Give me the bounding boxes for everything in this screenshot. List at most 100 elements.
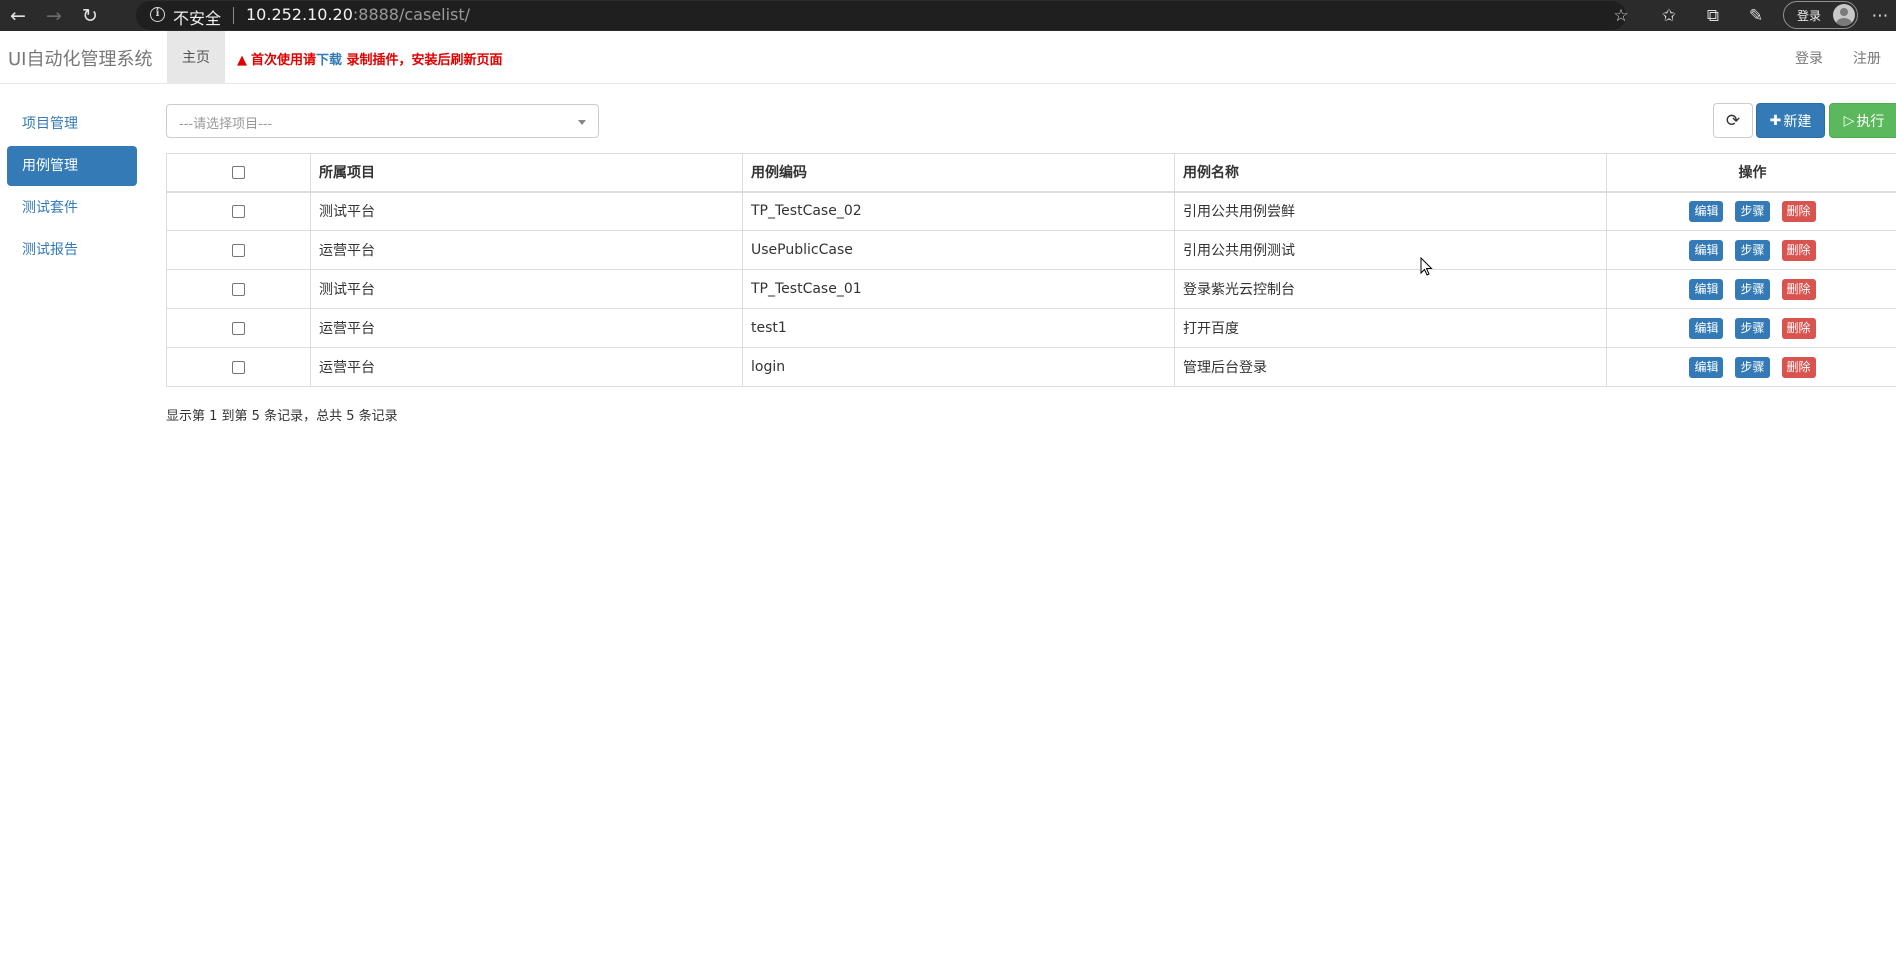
steps-button[interactable]: 步骤 — [1735, 356, 1770, 378]
column-header-actions: 操作 — [1606, 153, 1896, 193]
nav-register-link[interactable]: 注册 — [1853, 48, 1881, 68]
chevron-down-icon — [578, 120, 586, 125]
sidebar-item-cases[interactable]: 用例管理 — [7, 146, 137, 186]
case-table: 所属项目 用例编码 用例名称 操作 测试平台 TP_TestCase_02 引用公共… — [166, 153, 1896, 387]
select-all-checkbox[interactable] — [232, 165, 245, 179]
row-checkbox[interactable] — [232, 360, 245, 374]
table-row[interactable]: 测试平台 TP_TestCase_01 登录紫光云控制台 编辑 步骤 删除 — [166, 269, 1896, 309]
notice-prefix: 首次使用请 — [251, 53, 317, 68]
refresh-icon: ⟳ — [1725, 110, 1741, 131]
warning-icon: ▲ — [237, 53, 247, 68]
table-row[interactable]: 运营平台 test1 打开百度 编辑 步骤 删除 — [166, 308, 1896, 348]
reload-icon[interactable]: ↻ — [77, 3, 103, 29]
delete-button[interactable]: 删除 — [1781, 317, 1816, 339]
plus-icon: ✚ — [1769, 112, 1782, 129]
cell-name: 引用公共用例测试 — [1174, 230, 1607, 270]
cell-project: 测试平台 — [310, 191, 743, 231]
edit-button[interactable]: 编辑 — [1689, 278, 1724, 300]
cell-project: 运营平台 — [310, 308, 743, 348]
collections-icon[interactable]: ⧉ — [1700, 3, 1726, 29]
cell-name: 管理后台登录 — [1174, 347, 1607, 387]
play-circle-icon: ▷ — [1843, 112, 1855, 129]
execute-label: 执行 — [1856, 113, 1885, 130]
row-checkbox[interactable] — [232, 204, 245, 218]
cell-project: 运营平台 — [310, 347, 743, 387]
download-link[interactable]: 下载 — [316, 53, 342, 68]
cell-code: UsePublicCase — [742, 230, 1175, 270]
steps-button[interactable]: 步骤 — [1735, 278, 1770, 300]
more-menu-icon[interactable]: ⋯ — [1867, 3, 1893, 29]
row-select-cell — [166, 230, 311, 270]
delete-button[interactable]: 删除 — [1781, 239, 1816, 261]
nav-login-link[interactable]: 登录 — [1795, 48, 1823, 68]
execute-button[interactable]: ▷ 执行 — [1829, 103, 1896, 138]
favorite-star-icon[interactable]: ☆ — [1608, 3, 1634, 29]
refresh-button[interactable]: ⟳ — [1713, 103, 1753, 138]
row-select-cell — [166, 347, 311, 387]
column-header-project[interactable]: 所属项目 — [310, 153, 743, 193]
steps-button[interactable]: 步骤 — [1735, 200, 1770, 222]
edit-button[interactable]: 编辑 — [1689, 317, 1724, 339]
insecure-label: 不安全 — [173, 9, 222, 28]
plugin-notice: ▲ 首次使用请下载 录制插件，安装后刷新页面 — [234, 49, 503, 68]
browser-toolbar: ← → ↻ i 不安全 10.252.10.20:8888/caselist/ … — [0, 0, 1896, 31]
cell-name: 登录紫光云控制台 — [1174, 269, 1607, 309]
notice-suffix: 录制插件，安装后刷新页面 — [342, 53, 503, 68]
table-row[interactable]: 运营平台 login 管理后台登录 编辑 步骤 删除 — [166, 347, 1896, 387]
site-info-icon[interactable]: i — [150, 7, 165, 22]
cell-code: TP_TestCase_01 — [742, 269, 1175, 309]
cell-name: 引用公共用例尝鲜 — [1174, 191, 1607, 231]
cell-code: test1 — [742, 308, 1175, 348]
steps-button[interactable]: 步骤 — [1735, 239, 1770, 261]
sidebar-item-projects[interactable]: 项目管理 — [7, 104, 137, 144]
delete-button[interactable]: 删除 — [1781, 278, 1816, 300]
favorites-list-icon[interactable]: ✩ — [1656, 3, 1682, 29]
cell-project: 运营平台 — [310, 230, 743, 270]
project-select-placeholder: ---请选择项目--- — [179, 117, 273, 132]
table-row[interactable]: 运营平台 UsePublicCase 引用公共用例测试 编辑 步骤 删除 — [166, 230, 1896, 270]
cell-code: login — [742, 347, 1175, 387]
cell-actions: 编辑 步骤 删除 — [1606, 269, 1896, 309]
row-select-cell — [166, 308, 311, 348]
tab-home[interactable]: 主页 — [167, 31, 225, 83]
row-select-cell — [166, 191, 311, 231]
delete-button[interactable]: 删除 — [1781, 200, 1816, 222]
mouse-cursor-icon — [1420, 257, 1433, 276]
steps-button[interactable]: 步骤 — [1735, 317, 1770, 339]
sidebar-item-reports[interactable]: 测试报告 — [7, 230, 137, 270]
project-select[interactable]: ---请选择项目--- — [166, 104, 599, 138]
column-header-name[interactable]: 用例名称 — [1174, 153, 1607, 193]
edit-button[interactable]: 编辑 — [1689, 200, 1724, 222]
avatar-icon — [1833, 4, 1855, 26]
delete-button[interactable]: 删除 — [1781, 356, 1816, 378]
url-text[interactable]: 10.252.10.20:8888/caselist/ — [246, 5, 470, 24]
app-navbar: UI自动化管理系统 主页 ▲ 首次使用请下载 录制插件，安装后刷新页面 登录 注册 — [0, 31, 1896, 84]
pagination-info: 显示第 1 到第 5 条记录，总共 5 条记录 — [166, 409, 398, 424]
cell-project: 测试平台 — [310, 269, 743, 309]
cell-name: 打开百度 — [1174, 308, 1607, 348]
url-path: :8888/caselist/ — [352, 5, 471, 24]
back-arrow-icon[interactable]: ← — [5, 3, 31, 29]
feedback-icon[interactable]: ✎ — [1743, 3, 1769, 29]
edit-button[interactable]: 编辑 — [1689, 239, 1724, 261]
cell-code: TP_TestCase_02 — [742, 191, 1175, 231]
app-brand[interactable]: UI自动化管理系统 — [8, 45, 152, 71]
profile-button[interactable]: 登录 — [1783, 1, 1858, 29]
table-row[interactable]: 测试平台 TP_TestCase_02 引用公共用例尝鲜 编辑 步骤 删除 — [166, 191, 1896, 231]
new-case-button[interactable]: ✚ 新建 — [1756, 103, 1825, 138]
table-header-row: 所属项目 用例编码 用例名称 操作 — [166, 153, 1896, 193]
row-checkbox[interactable] — [232, 282, 245, 296]
row-checkbox[interactable] — [232, 243, 245, 257]
new-case-label: 新建 — [1783, 113, 1812, 130]
cell-actions: 编辑 步骤 删除 — [1606, 230, 1896, 270]
cell-actions: 编辑 步骤 删除 — [1606, 308, 1896, 348]
cell-actions: 编辑 步骤 删除 — [1606, 191, 1896, 231]
forward-arrow-icon[interactable]: → — [41, 3, 67, 29]
row-checkbox[interactable] — [232, 321, 245, 335]
column-header-code[interactable]: 用例编码 — [742, 153, 1175, 193]
select-all-cell — [166, 153, 311, 193]
url-host: 10.252.10.20 — [246, 5, 353, 24]
sidebar-item-suites[interactable]: 测试套件 — [7, 188, 137, 228]
edit-button[interactable]: 编辑 — [1689, 356, 1724, 378]
cell-actions: 编辑 步骤 删除 — [1606, 347, 1896, 387]
